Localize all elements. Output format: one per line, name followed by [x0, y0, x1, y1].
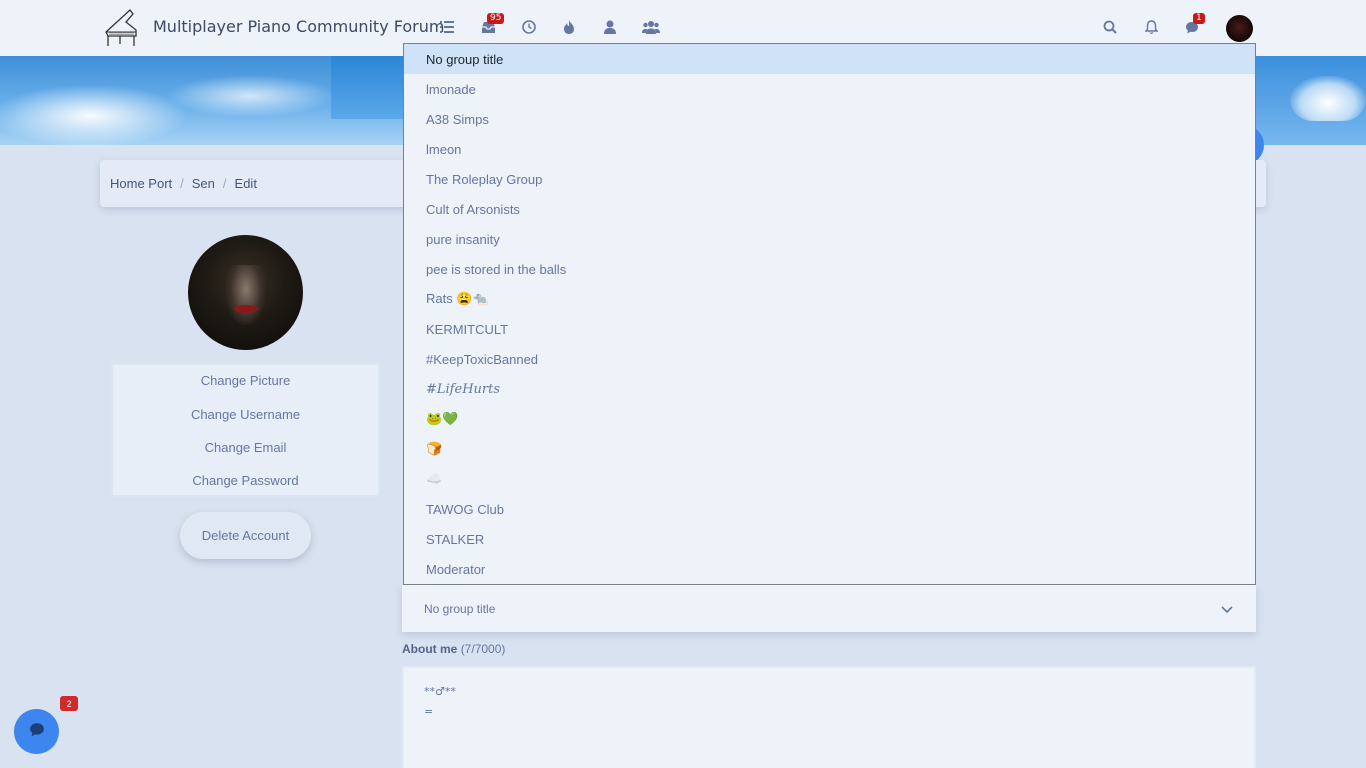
group-title-option[interactable]: #LifeHurts — [404, 374, 1255, 404]
group-title-option[interactable]: KERMITCULT — [404, 314, 1255, 344]
group-title-dropdown-list: No group title lmonade A38 Simps lmeon T… — [403, 43, 1256, 585]
group-title-option[interactable]: pure insanity — [404, 224, 1255, 254]
breadcrumb-item-user[interactable]: Sen — [192, 176, 215, 191]
piano-logo-icon[interactable] — [100, 6, 140, 48]
breadcrumb-item-home[interactable]: Home Port — [110, 176, 172, 191]
about-me-textarea[interactable]: **♂** = — [402, 666, 1256, 768]
change-username-link[interactable]: Change Username — [113, 407, 378, 422]
recent-clock-icon[interactable] — [520, 18, 538, 36]
delete-account-button[interactable]: Delete Account — [180, 512, 311, 559]
profile-picture-mouth — [234, 305, 258, 313]
about-me-label: About me (7/7000) — [402, 642, 505, 656]
user-avatar[interactable] — [1226, 15, 1253, 42]
breadcrumb-item-edit: Edit — [234, 176, 257, 191]
about-me-char-count: (7/7000) — [460, 642, 506, 656]
group-title-option[interactable]: #KeepToxicBanned — [404, 344, 1255, 374]
about-me-line: = — [424, 705, 434, 718]
group-title-option[interactable]: A38 Simps — [404, 104, 1255, 134]
account-settings-menu: Change Picture Change Username Change Em… — [111, 363, 380, 497]
profile-picture-face — [226, 265, 266, 325]
about-me-label-text: About me — [402, 642, 458, 656]
change-password-link[interactable]: Change Password — [113, 473, 378, 488]
group-title-option[interactable]: ☁️ — [404, 464, 1255, 494]
change-picture-link[interactable]: Change Picture — [113, 373, 378, 388]
group-title-option[interactable]: lmeon — [404, 134, 1255, 164]
group-title-option[interactable]: The Roleplay Group — [404, 164, 1255, 194]
group-title-option[interactable]: No group title — [404, 44, 1255, 74]
group-title-option[interactable]: 🐸💚 — [404, 404, 1255, 434]
chats-count-badge: 1 — [1193, 13, 1205, 24]
group-title-option[interactable]: TAWOG Club — [404, 494, 1255, 524]
group-title-option[interactable]: pee is stored in the balls — [404, 254, 1255, 284]
about-me-line: **♂** — [424, 685, 456, 698]
group-title-select-value: No group title — [424, 601, 496, 616]
change-email-link[interactable]: Change Email — [113, 440, 378, 455]
group-title-option[interactable]: 🍞 — [404, 434, 1255, 464]
groups-users-icon[interactable] — [642, 18, 660, 36]
categories-list-icon[interactable] — [438, 18, 456, 36]
group-title-option[interactable]: Cult of Arsonists — [404, 194, 1255, 224]
chat-comment-icon — [29, 722, 45, 742]
group-title-option[interactable]: Rats 😩🐀 — [404, 284, 1255, 314]
group-title-option[interactable]: lmonade — [404, 74, 1255, 104]
unread-count-badge: 95 — [487, 13, 505, 24]
users-user-icon[interactable] — [601, 18, 619, 36]
profile-picture[interactable] — [188, 235, 303, 350]
group-title-option[interactable]: STALKER — [404, 524, 1255, 554]
cover-cloud — [1290, 76, 1366, 121]
group-title-select[interactable]: No group title — [402, 585, 1256, 632]
breadcrumb-separator: / — [222, 176, 227, 191]
chevron-down-icon — [1220, 602, 1234, 616]
cover-tile — [331, 56, 404, 119]
group-title-option[interactable]: Moderator — [404, 554, 1255, 584]
notifications-bell-icon[interactable] — [1142, 18, 1160, 36]
chat-count-badge: 2 — [60, 696, 78, 711]
popular-fire-icon[interactable] — [560, 18, 578, 36]
breadcrumb-separator: / — [180, 176, 184, 191]
search-icon[interactable] — [1101, 18, 1119, 36]
site-title[interactable]: Multiplayer Piano Community Forum — [153, 17, 444, 36]
chat-button[interactable] — [14, 709, 59, 754]
